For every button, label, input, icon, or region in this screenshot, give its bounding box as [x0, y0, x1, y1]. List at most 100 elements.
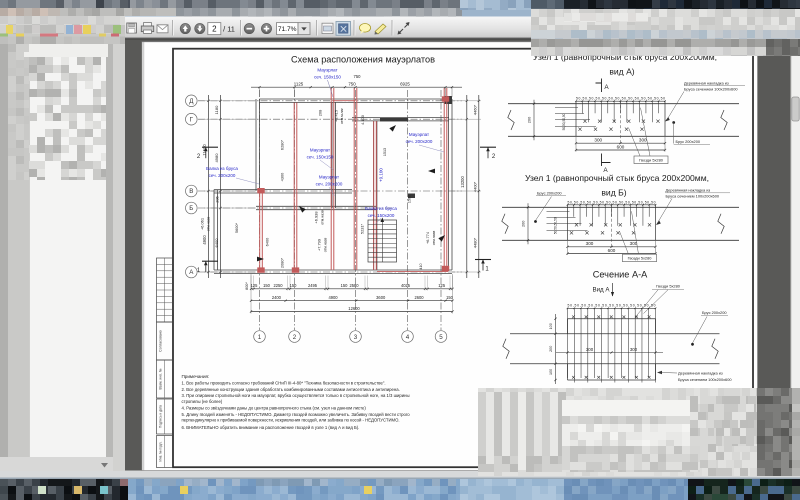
svg-text:750: 750 [354, 74, 362, 79]
svg-text:Узел 1 (равнопрочный стык брус: Узел 1 (равнопрочный стык бруса 200х200м… [525, 173, 709, 183]
svg-text:410: 410 [419, 263, 423, 269]
svg-text:150: 150 [341, 283, 349, 288]
svg-text:4. Размеры со звёздочками даны: 4. Размеры со звёздочками даны до центра… [182, 405, 367, 410]
svg-text:206: 206 [216, 196, 220, 202]
svg-text:300: 300 [586, 347, 594, 352]
svg-text:50,50,50,50,50,50,50,50,50,50,: 50,50,50,50,50,50,50,50,50,50,50,50,50,5… [576, 97, 665, 101]
svg-text:300: 300 [594, 138, 602, 143]
svg-text:50,50,50,50: 50,50,50,50 [562, 113, 566, 130]
svg-text:Мауэрлат: Мауэрлат [310, 148, 330, 153]
svg-text:Деревянная накладка из: Деревянная накладка из [666, 188, 711, 193]
svg-text:Мауэрлат: Мауэрлат [319, 175, 339, 180]
svg-text:4400*: 4400* [472, 181, 477, 192]
svg-text:сеч. 200х200: сеч. 200х200 [316, 182, 343, 187]
svg-text:4.100: 4.100 [360, 114, 365, 125]
svg-text:2080*: 2080* [280, 257, 285, 268]
svg-text:6280*: 6280* [280, 139, 285, 150]
svg-text:50,50,50,50,50,50,50,50,50,50,: 50,50,50,50,50,50,50,50,50,50,50,50,50 [568, 303, 656, 307]
svg-text:Балка из бруса: Балка из бруса [365, 206, 397, 211]
svg-text:6. ВНИМАТЕЛЬНО обратить вниман: 6. ВНИМАТЕЛЬНО обратить внимание на расп… [182, 425, 360, 430]
svg-text:50,50,50,50: 50,50,50,50 [554, 217, 558, 234]
svg-text:Гвозди 5х280: Гвозди 5х280 [656, 284, 681, 289]
svg-text:Бруса сечением 100х200х600: Бруса сечением 100х200х600 [666, 194, 720, 199]
svg-text:4900: 4900 [328, 295, 338, 300]
svg-text:1: 1 [258, 334, 262, 341]
svg-text:2495: 2495 [308, 283, 318, 288]
svg-text:300: 300 [630, 347, 638, 352]
svg-text:Балка из бруса: Балка из бруса [206, 166, 238, 171]
svg-text:отм.м.лаг: отм.м.лаг [340, 107, 344, 124]
svg-text:+7.799: +7.799 [317, 239, 322, 251]
svg-text:3600: 3600 [376, 295, 386, 300]
svg-text:отм.назв: отм.назв [321, 210, 325, 225]
svg-text:5. Длину гвоздей изменять - НЕ: 5. Длину гвоздей изменять - НЕДОПУСТИМО.… [182, 412, 411, 417]
svg-text:2600: 2600 [414, 295, 424, 300]
svg-text:4980: 4980 [214, 153, 219, 163]
svg-text:сеч. 200х200: сеч. 200х200 [406, 139, 433, 144]
svg-text:5231*: 5231* [360, 223, 365, 234]
svg-text:Бруса сечением 100х200х600: Бруса сечением 100х200х600 [684, 86, 738, 91]
svg-text:отм.назв: отм.назв [432, 231, 436, 246]
svg-text:Гвозди 5х280: Гвозди 5х280 [628, 256, 653, 261]
svg-text:125: 125 [438, 283, 446, 288]
svg-text:1. Все работы проводить соглас: 1. Все работы проводить согласно требова… [182, 381, 386, 386]
svg-text:Взам. инв. №: Взам. инв. № [159, 368, 163, 389]
svg-text:Примечания:: Примечания: [182, 374, 210, 379]
svg-text:2580: 2580 [349, 283, 359, 288]
svg-text:5: 5 [439, 334, 443, 341]
svg-text:125: 125 [251, 283, 259, 288]
svg-text:12600: 12600 [348, 306, 360, 311]
svg-text:300: 300 [586, 241, 594, 246]
svg-text:150: 150 [263, 283, 271, 288]
svg-text:6925: 6925 [400, 81, 410, 86]
svg-text:Схема расположения мауэрлатов: Схема расположения мауэрлатов [291, 55, 435, 65]
svg-text:5600*: 5600* [234, 222, 239, 233]
svg-text:4300: 4300 [280, 172, 285, 181]
svg-text:600: 600 [617, 144, 625, 149]
svg-text:В: В [189, 188, 193, 195]
svg-text:4025: 4025 [401, 283, 411, 288]
svg-text:Гвозди 5х280: Гвозди 5х280 [639, 157, 664, 162]
svg-text:200: 200 [527, 116, 532, 123]
svg-text:Сечение А-А: Сечение А-А [593, 270, 648, 280]
svg-text:Согласовано: Согласовано [159, 330, 163, 352]
svg-text:4480*: 4480* [472, 237, 477, 248]
svg-text:Бруса сечением 100х200х600: Бруса сечением 100х200х600 [678, 377, 732, 382]
svg-text:4900: 4900 [202, 235, 207, 245]
svg-text:сеч. 150х200: сеч. 150х200 [368, 213, 395, 218]
svg-text:+6.938: +6.938 [314, 211, 319, 223]
svg-text:Деревянная накладка из: Деревянная накладка из [678, 371, 723, 376]
svg-text:2. Все деревянные конструкции: 2. Все деревянные конструкции здания обр… [182, 387, 400, 392]
svg-text:13200: 13200 [460, 176, 465, 188]
svg-text:6400: 6400 [214, 238, 219, 248]
svg-text:2: 2 [212, 24, 217, 33]
svg-text:4460*: 4460* [472, 104, 477, 115]
svg-text:Мауэрлат: Мауэрлат [317, 68, 337, 73]
svg-text:перпендикулярно к прибиваемой: перпендикулярно к прибиваемой поверхност… [182, 418, 400, 423]
svg-text:Брус 200х200: Брус 200х200 [537, 190, 562, 195]
svg-text:Деревянная накладка из: Деревянная накладка из [684, 80, 729, 85]
svg-text:3. При опирании стропильной но: 3. При опирании стропильной ноги на мауэ… [182, 393, 410, 398]
svg-text:Мауэрлат: Мауэрлат [409, 132, 429, 137]
svg-text:1125: 1125 [294, 81, 304, 86]
svg-text:208: 208 [318, 110, 323, 117]
svg-text:отм.назв: отм.назв [207, 217, 211, 232]
svg-text:600: 600 [608, 248, 616, 253]
svg-text:сеч. 150х150: сеч. 150х150 [314, 74, 341, 79]
svg-text:Брус 200х200: Брус 200х200 [702, 310, 727, 315]
svg-text:800*: 800* [245, 282, 249, 290]
svg-text:2400: 2400 [272, 295, 282, 300]
svg-text:сеч. 150х150: сеч. 150х150 [307, 155, 334, 160]
svg-text:+6.774: +6.774 [425, 231, 430, 244]
svg-text:750: 750 [348, 81, 356, 86]
svg-text:+8.415: +8.415 [334, 110, 339, 122]
svg-text:вид Б): вид Б) [601, 187, 626, 197]
svg-text:вид А): вид А) [609, 67, 634, 77]
svg-text:отм.назв: отм.назв [324, 238, 328, 253]
svg-text:стропилы (не более): стропилы (не более) [182, 399, 223, 404]
svg-text:1513: 1513 [383, 148, 387, 156]
svg-text:200: 200 [521, 220, 526, 227]
svg-text:300: 300 [639, 138, 647, 143]
svg-text:Брус 200х200: Брус 200х200 [676, 139, 701, 144]
svg-text:150: 150 [290, 283, 298, 288]
